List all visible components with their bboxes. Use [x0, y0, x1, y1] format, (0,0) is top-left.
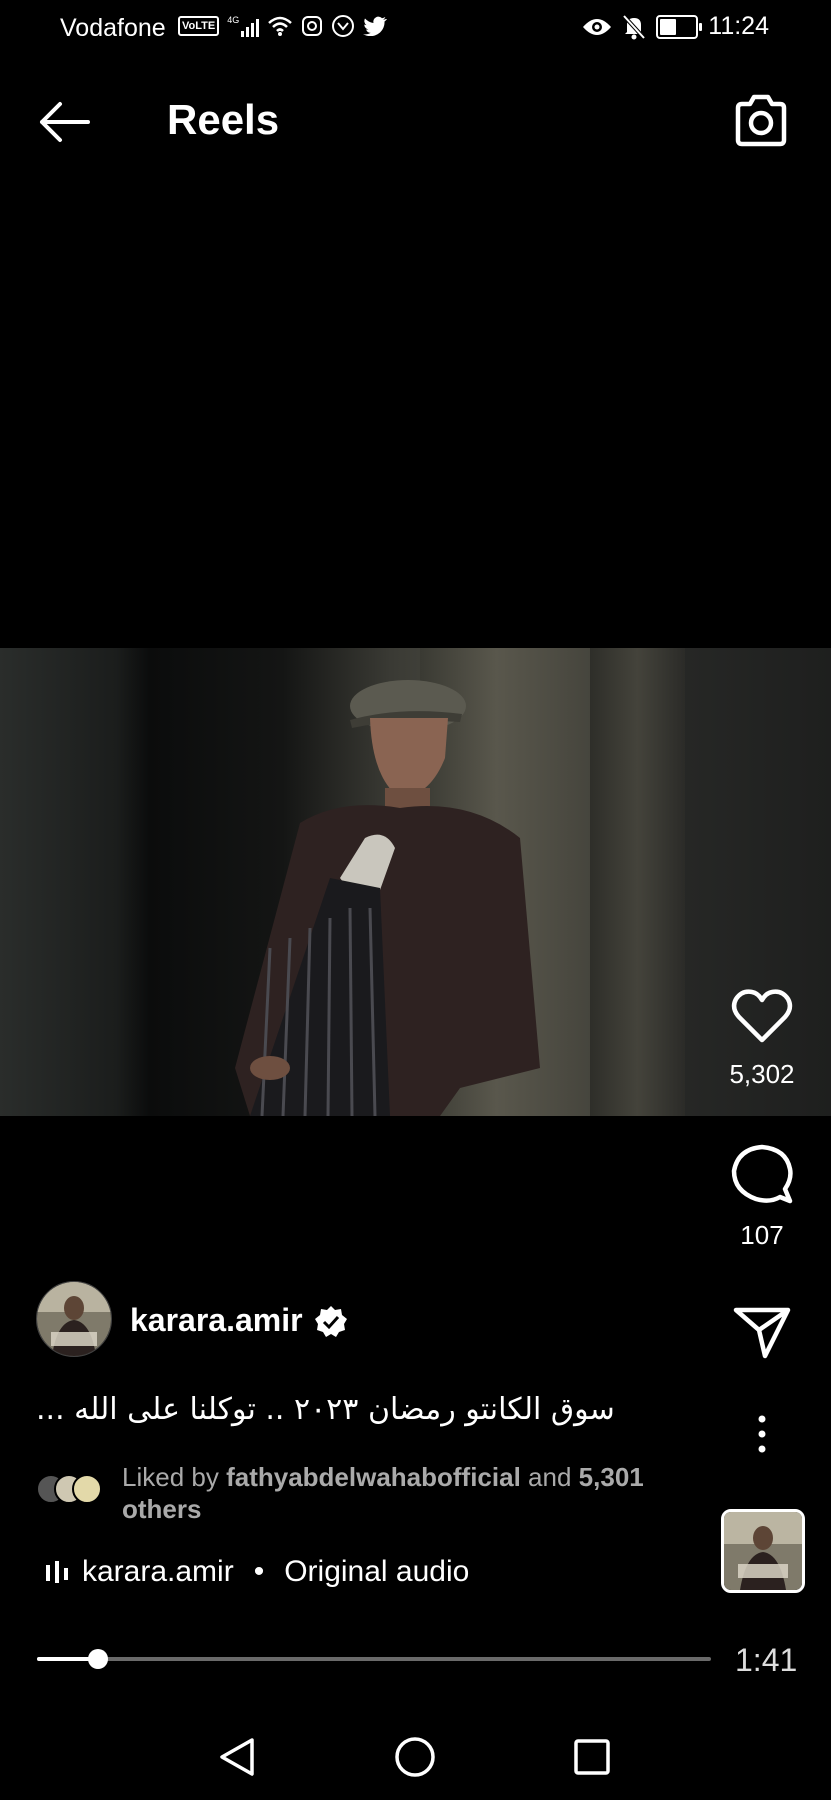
twitter-icon — [363, 16, 388, 36]
audio-separator: • — [253, 1555, 265, 1588]
liked-by-count[interactable]: 5,301 — [579, 1462, 644, 1492]
verified-badge-icon — [315, 1306, 347, 1337]
comment-count: 107 — [740, 1220, 784, 1250]
audio-user: karara.amir — [82, 1555, 234, 1588]
comment-button[interactable]: 107 — [717, 1143, 807, 1251]
recents-nav-icon[interactable] — [573, 1738, 611, 1776]
wifi-icon — [268, 16, 293, 36]
reel-video[interactable] — [0, 648, 831, 1116]
send-icon — [733, 1307, 791, 1359]
more-vertical-icon — [758, 1415, 766, 1453]
liked-by-avatars[interactable] — [36, 1474, 108, 1504]
progress-knob[interactable] — [87, 1649, 108, 1669]
like-count: 5,302 — [729, 1059, 795, 1089]
post-caption[interactable]: سوق الكانتو رمضان ٢٠٢٣ .. توكلنا على الل… — [36, 1392, 615, 1427]
carrier-name: Vodafone — [60, 14, 166, 42]
eye-icon — [583, 18, 612, 35]
liked-by-text[interactable]: Liked by fathyabdelwahabofficial and 5,3… — [122, 1461, 702, 1525]
audio-info[interactable]: karara.amir • Original audio — [44, 1555, 469, 1589]
video-subject — [235, 680, 540, 1116]
camera-button[interactable] — [730, 90, 792, 152]
video-duration: 1:41 — [735, 1642, 798, 1678]
back-nav-icon[interactable] — [218, 1736, 256, 1778]
username[interactable]: karara.amir — [130, 1302, 303, 1339]
profile-picture — [37, 1282, 111, 1356]
audio-cover-image — [724, 1512, 802, 1590]
volte-badge: VoLTE — [178, 16, 220, 36]
battery-icon — [656, 14, 703, 39]
avatar[interactable] — [36, 1281, 112, 1357]
share-button[interactable] — [717, 1304, 807, 1365]
clock: 11:24 — [708, 12, 769, 40]
heart-icon — [731, 989, 793, 1043]
liked-by-user[interactable]: fathyabdelwahabofficial — [226, 1462, 521, 1492]
system-nav-bar — [0, 1710, 831, 1800]
page-title: Reels — [167, 96, 280, 143]
camera-icon — [735, 94, 787, 147]
vpn-icon — [332, 15, 355, 37]
status-icons-right: 11:24 — [582, 12, 769, 41]
status-icons-left: VoLTE 4G — [178, 14, 388, 38]
mute-icon — [622, 14, 646, 39]
audio-label: Original audio — [284, 1555, 470, 1588]
instagram-icon — [302, 16, 323, 36]
audio-bars-icon — [46, 1561, 68, 1583]
more-options-button[interactable] — [717, 1414, 807, 1459]
progress-track[interactable] — [37, 1657, 711, 1661]
home-nav-icon[interactable] — [394, 1736, 436, 1778]
comment-bubble-icon — [731, 1144, 793, 1204]
audio-thumbnail[interactable] — [721, 1509, 805, 1593]
back-button[interactable] — [36, 96, 92, 148]
signal-icon: 4G — [227, 15, 260, 37]
arrow-left-icon — [40, 102, 90, 142]
like-button[interactable]: 5,302 — [717, 988, 807, 1090]
status-bar: Vodafone VoLTE 4G 11:24 — [0, 0, 831, 58]
